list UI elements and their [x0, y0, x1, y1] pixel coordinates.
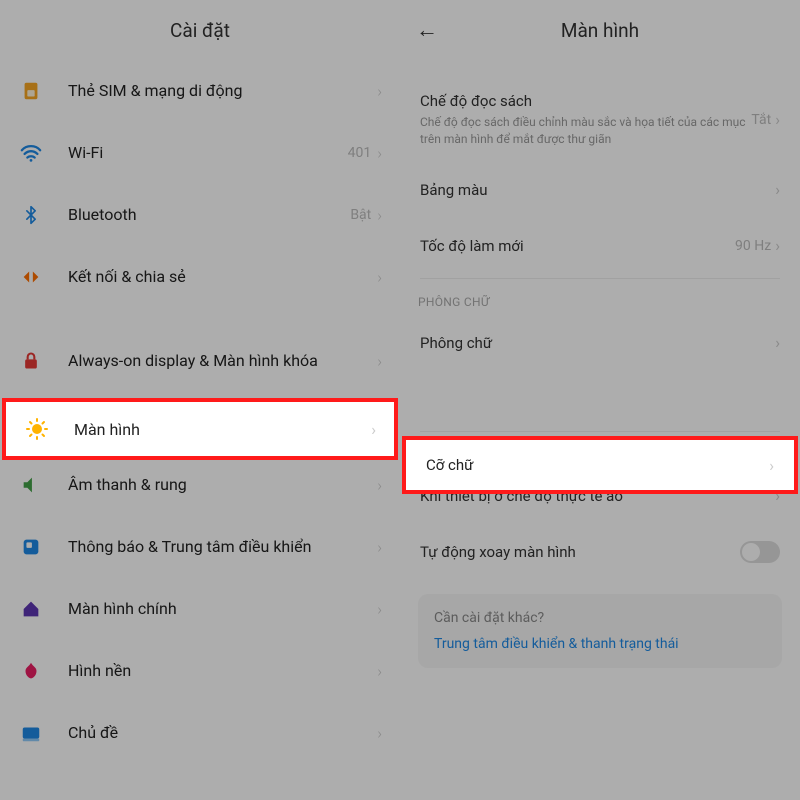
chevron-right-icon: ›: [775, 110, 780, 129]
row-sound[interactable]: Âm thanh & rung ›: [0, 454, 400, 516]
sim-icon: [18, 78, 44, 104]
row-label: Âm thanh & rung: [68, 475, 377, 496]
row-label: Thẻ SIM & mạng di động: [68, 81, 377, 102]
row-reading-mode[interactable]: Chế độ đọc sách Chế độ đọc sách điều chỉ…: [400, 78, 800, 162]
row-wifi[interactable]: Wi-Fi 401 ›: [0, 122, 400, 184]
chevron-right-icon: ›: [775, 180, 780, 199]
rotate-label: Tự động xoay màn hình: [420, 543, 740, 561]
settings-title: Cài đặt: [170, 19, 230, 42]
highlight-text-size-row[interactable]: Cỡ chữ ›: [402, 436, 798, 494]
text-size-label: Cỡ chữ: [426, 456, 769, 474]
chevron-right-icon: ›: [377, 662, 382, 681]
reading-value: Tắt: [751, 112, 771, 128]
color-label: Bảng màu: [420, 181, 775, 199]
display-header: ← Màn hình: [400, 0, 800, 60]
reading-title: Chế độ đọc sách: [420, 92, 751, 110]
settings-header: Cài đặt: [0, 0, 400, 60]
row-value: 401: [348, 145, 372, 161]
display-row-label: Màn hình: [74, 420, 371, 439]
row-label: Wi-Fi: [68, 143, 348, 164]
chevron-right-icon: ›: [377, 144, 382, 163]
chevron-right-icon: ›: [775, 236, 780, 255]
row-label: Hình nền: [68, 661, 377, 682]
group-font: PHÔNG CHỮ: [400, 283, 800, 315]
row-auto-rotate[interactable]: Tự động xoay màn hình: [400, 524, 800, 580]
row-refresh-rate[interactable]: Tốc độ làm mới 90 Hz ›: [400, 218, 800, 274]
font-label: Phông chữ: [420, 334, 775, 352]
themes-icon: [18, 720, 44, 746]
row-label: Thông báo & Trung tâm điều khiển: [68, 537, 377, 558]
row-label: Bluetooth: [68, 205, 350, 226]
row-notifications[interactable]: Thông báo & Trung tâm điều khiển ›: [0, 516, 400, 578]
chevron-right-icon: ›: [377, 724, 382, 743]
row-wallpaper[interactable]: Hình nền ›: [0, 640, 400, 702]
row-themes[interactable]: Chủ đề ›: [0, 702, 400, 764]
display-title: Màn hình: [561, 19, 639, 42]
bluetooth-icon: [18, 202, 44, 228]
row-label: Kết nối & chia sẻ: [68, 267, 377, 288]
row-home[interactable]: Màn hình chính ›: [0, 578, 400, 640]
row-connect[interactable]: Kết nối & chia sẻ ›: [0, 246, 400, 308]
auto-rotate-toggle[interactable]: [740, 541, 780, 563]
chevron-right-icon: ›: [371, 420, 376, 439]
row-always-on[interactable]: Always-on display & Màn hình khóa ›: [0, 330, 400, 392]
row-color-scheme[interactable]: Bảng màu ›: [400, 162, 800, 218]
row-bluetooth[interactable]: Bluetooth Bật ›: [0, 184, 400, 246]
chevron-right-icon: ›: [377, 538, 382, 557]
chevron-right-icon: ›: [377, 206, 382, 225]
row-label: Always-on display & Màn hình khóa: [68, 351, 377, 372]
lock-icon: [18, 348, 44, 374]
row-label: Chủ đề: [68, 723, 377, 744]
chevron-right-icon: ›: [377, 268, 382, 287]
row-value: Bật: [350, 207, 371, 223]
back-icon[interactable]: ←: [416, 17, 438, 43]
card-question: Cần cài đặt khác?: [434, 610, 766, 626]
refresh-label: Tốc độ làm mới: [420, 237, 735, 255]
sound-icon: [18, 472, 44, 498]
wallpaper-icon: [18, 658, 44, 684]
row-sim[interactable]: Thẻ SIM & mạng di động ›: [0, 60, 400, 122]
connect-icon: [18, 264, 44, 290]
card-link[interactable]: Trung tâm điều khiển & thanh trạng thái: [434, 636, 766, 652]
chevron-right-icon: ›: [775, 333, 780, 352]
wifi-icon: [18, 140, 44, 166]
refresh-value: 90 Hz: [735, 238, 771, 254]
highlight-display-row[interactable]: Màn hình ›: [2, 398, 398, 460]
home-icon: [18, 596, 44, 622]
row-font[interactable]: Phông chữ ›: [400, 315, 800, 371]
display-icon: [24, 416, 50, 442]
chevron-right-icon: ›: [377, 352, 382, 371]
row-size-placeholder: [400, 371, 800, 427]
display-pane: ← Màn hình Chế độ đọc sách Chế độ đọc sá…: [400, 0, 800, 800]
row-label: Màn hình chính: [68, 599, 377, 620]
notification-icon: [18, 534, 44, 560]
chevron-right-icon: ›: [377, 82, 382, 101]
more-settings-card: Cần cài đặt khác? Trung tâm điều khiển &…: [418, 594, 782, 668]
chevron-right-icon: ›: [377, 600, 382, 619]
chevron-right-icon: ›: [377, 476, 382, 495]
reading-desc: Chế độ đọc sách điều chỉnh màu sắc và họ…: [420, 114, 751, 148]
chevron-right-icon: ›: [769, 456, 774, 475]
